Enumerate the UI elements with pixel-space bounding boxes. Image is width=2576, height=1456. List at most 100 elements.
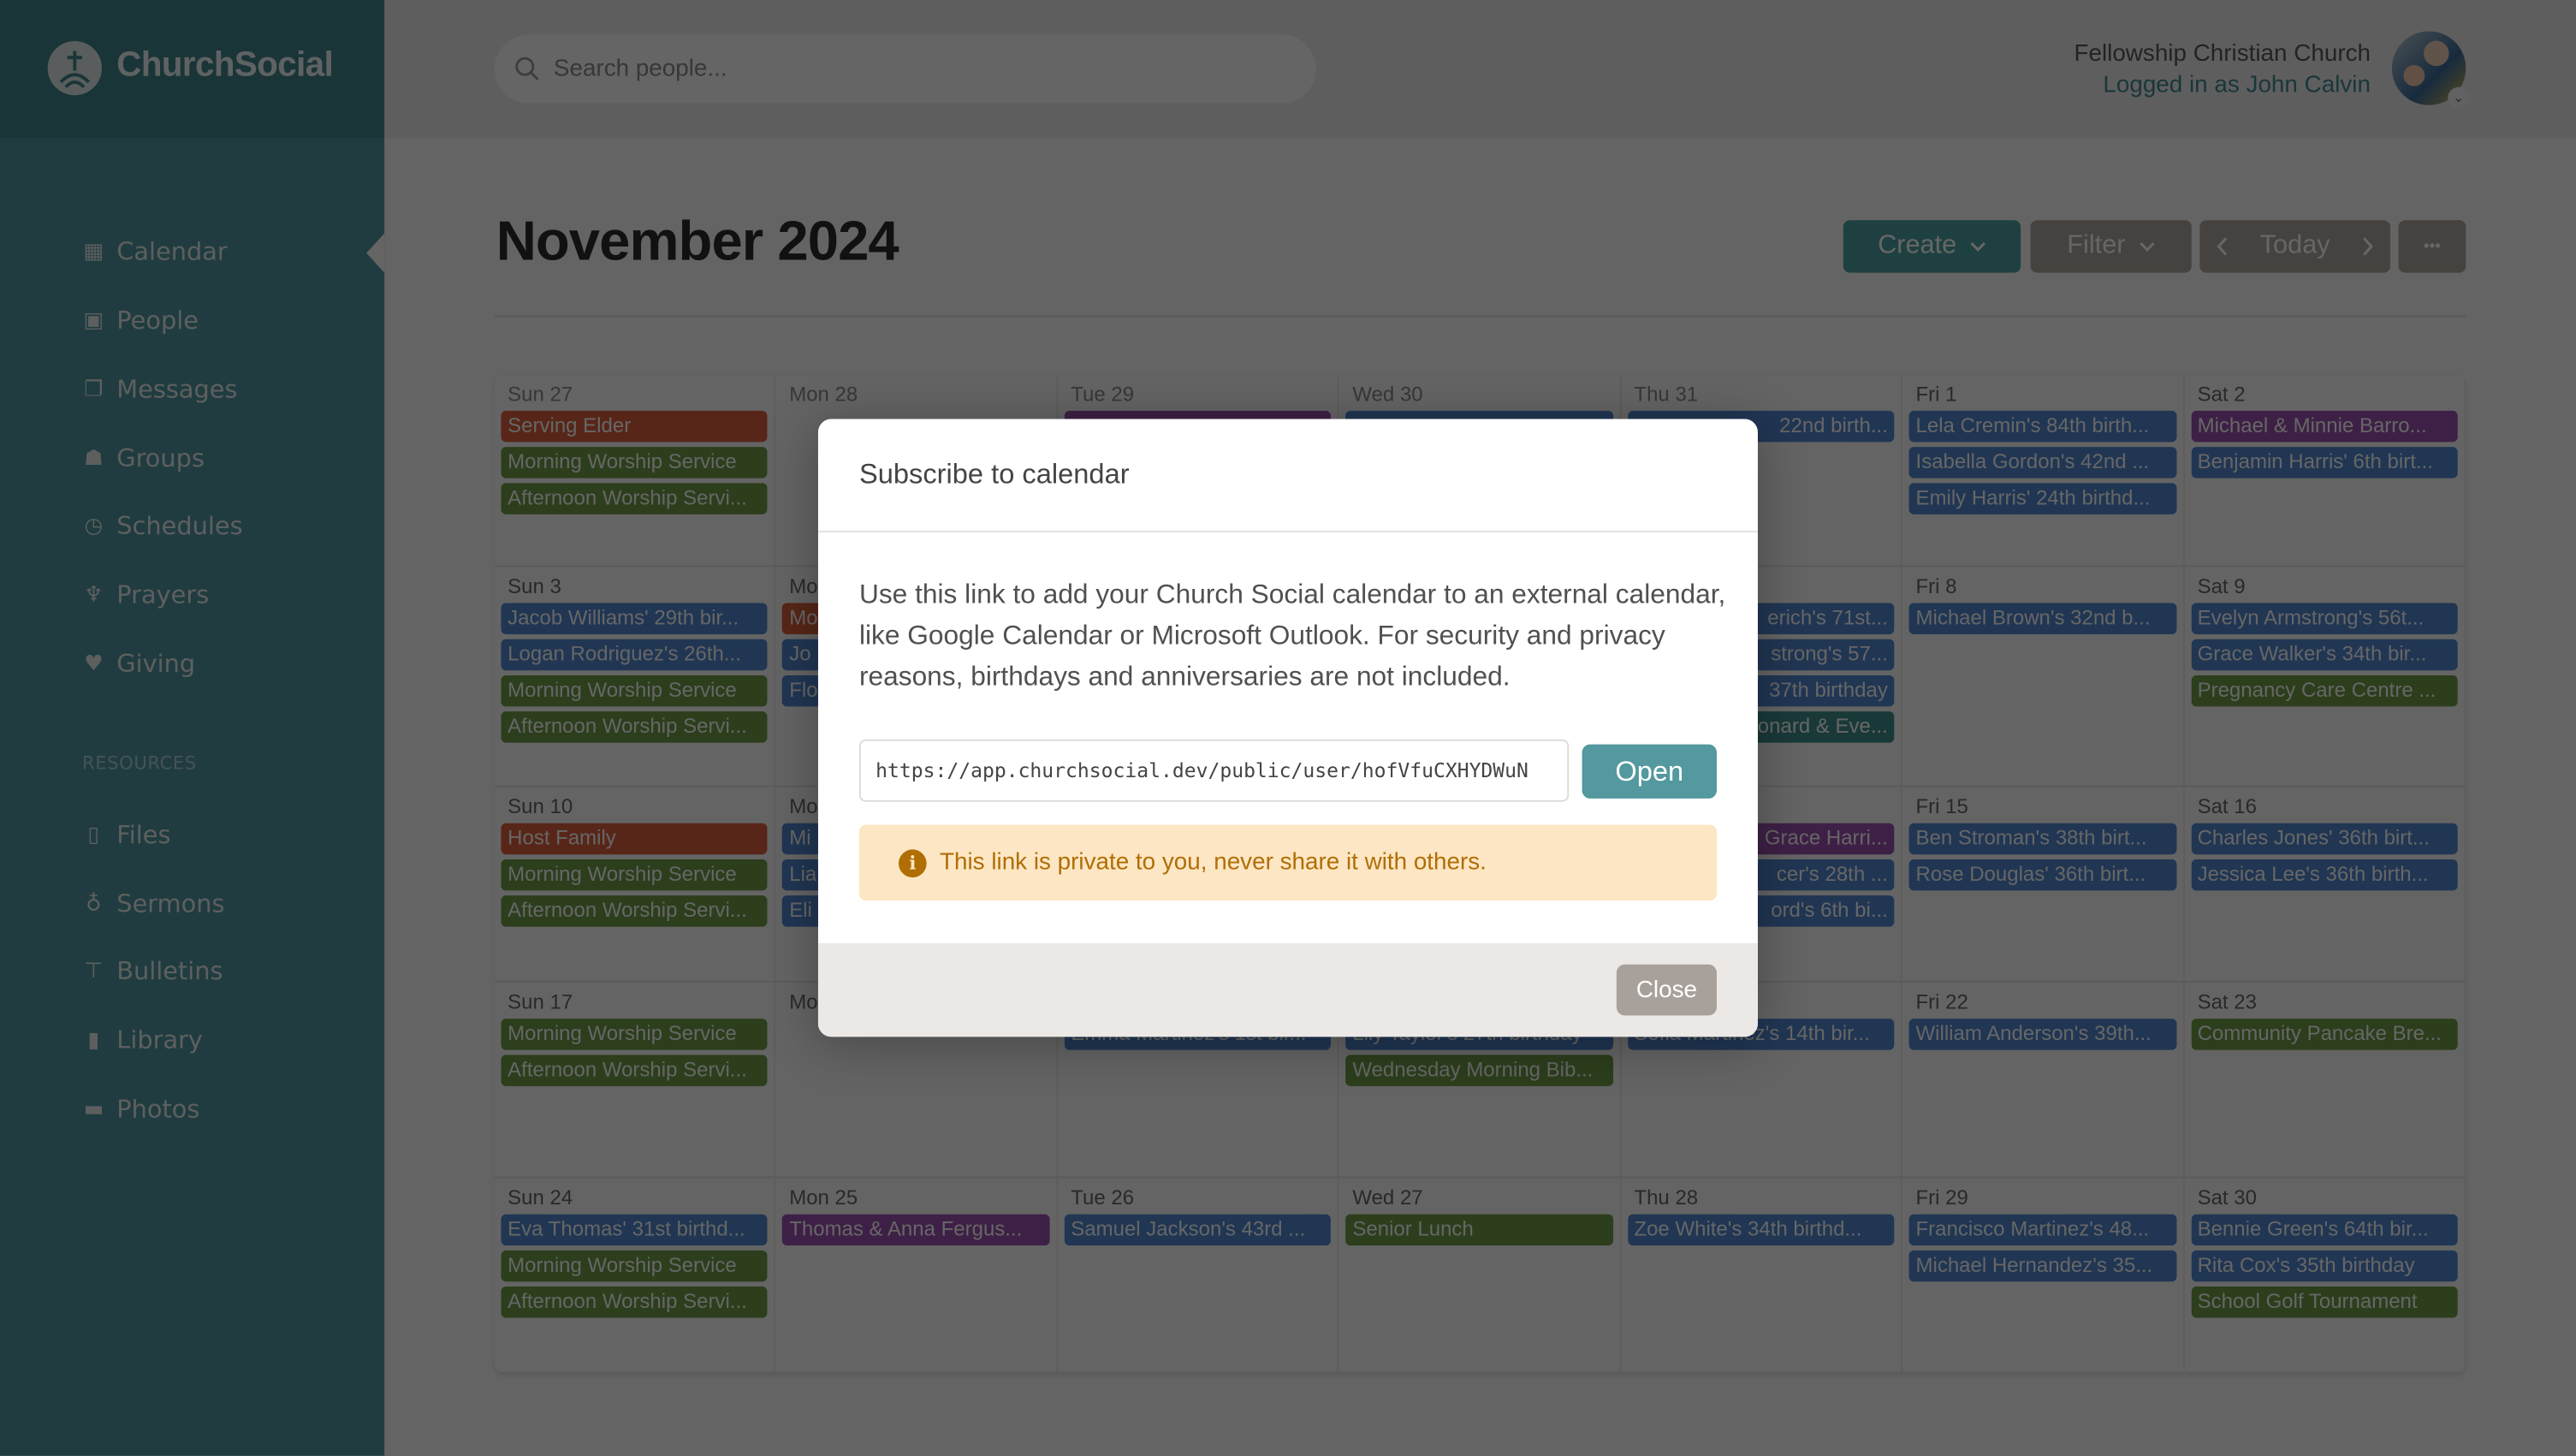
sidebar-item-library[interactable]: ▮ Library	[82, 1025, 203, 1055]
day-label: Tue 26	[1071, 1186, 1135, 1209]
calendar-event[interactable]: Grace Walker's 34th bir...	[2190, 639, 2458, 671]
calendar-event[interactable]: Thomas & Anna Fergus...	[782, 1214, 1050, 1246]
day-cell[interactable]: Wed 27 Senior Lunch	[1339, 1178, 1622, 1374]
calendar-event[interactable]: Afternoon Worship Servi...	[501, 895, 769, 927]
close-button[interactable]: Close	[1616, 964, 1717, 1016]
sidebar: ChurchSocial ▦ Calendar ▣ People ❐ Messages ☗ G…	[0, 0, 385, 1456]
day-cell[interactable]: Sat 23 Community Pancake Bre...	[2184, 982, 2466, 1179]
calendar-event[interactable]: Afternoon Worship Servi...	[501, 1055, 769, 1086]
more-button[interactable]: •••	[2398, 220, 2466, 273]
account-info[interactable]: Fellowship Christian Church Logged in as…	[2074, 39, 2371, 102]
divider	[494, 315, 2466, 318]
calendar-event[interactable]: Morning Worship Service	[501, 1250, 769, 1282]
day-label: Tue 29	[1071, 383, 1135, 407]
day-cell[interactable]: Fri 15 Ben Stroman's 38th birt... Rose Dou…	[1902, 787, 2185, 983]
calendar-event[interactable]: Lela Cremin's 84th birth...	[1908, 410, 2176, 443]
contact-icon: ▣	[83, 307, 104, 333]
calendar-event[interactable]: Michael Brown's 32nd b...	[1908, 603, 2176, 634]
sidebar-item-sermons[interactable]: ♁ Sermons	[82, 889, 224, 919]
calendar-event[interactable]: Pregnancy Care Centre ...	[2190, 675, 2458, 707]
day-cell[interactable]: Fri 22 William Anderson's 39th...	[1902, 982, 2185, 1179]
sidebar-item-label: Groups	[116, 443, 205, 473]
subscribe-url-field[interactable]	[858, 739, 1570, 802]
calendar-event[interactable]: Community Pancake Bre...	[2190, 1019, 2458, 1050]
calendar-event[interactable]: Emily Harris' 24th birthd...	[1908, 483, 2176, 514]
calendar-event[interactable]: Charles Jones' 36th birt...	[2190, 823, 2458, 855]
day-cell[interactable]: Fri 29 Francisco Martinez's 48... Michael …	[1902, 1178, 2185, 1374]
chevron-right-icon[interactable]	[2360, 236, 2373, 256]
sidebar-item-giving[interactable]: ♥ Giving	[82, 649, 195, 679]
calendar-event[interactable]: Francisco Martinez's 48...	[1908, 1214, 2176, 1246]
sidebar-item-groups[interactable]: ☗ Groups	[82, 443, 205, 473]
calendar-event[interactable]: Wednesday Morning Bib...	[1345, 1055, 1613, 1086]
calendar-event[interactable]: Benjamin Harris' 6th birt...	[2190, 447, 2458, 478]
calendar-event[interactable]: Jacob Williams' 29th bir...	[501, 603, 769, 634]
brand[interactable]: ChurchSocial	[0, 0, 385, 139]
calendar-event[interactable]: School Golf Tournament	[2190, 1287, 2458, 1318]
filter-button[interactable]: Filter	[2030, 220, 2192, 273]
day-cell[interactable]: Fri 8 Michael Brown's 32nd b...	[1902, 567, 2185, 787]
calendar-event[interactable]: Morning Worship Service	[501, 1019, 769, 1050]
sidebar-item-messages[interactable]: ❐ Messages	[82, 375, 237, 405]
sidebar-item-bulletins[interactable]: ⊤ Bulletins	[82, 956, 223, 986]
calendar-event[interactable]: Rita Cox's 35th birthday	[2190, 1250, 2458, 1282]
calendar-event[interactable]: Afternoon Worship Servi...	[501, 483, 769, 514]
calendar-event[interactable]: Eva Thomas' 31st birthd...	[501, 1214, 769, 1246]
search-input[interactable]	[550, 54, 1280, 84]
day-cell[interactable]: Mon 25 Thomas & Anna Fergus...	[775, 1178, 1058, 1374]
sidebar-item-label: Library	[116, 1025, 203, 1055]
calendar-event[interactable]: Morning Worship Service	[501, 859, 769, 891]
calendar-event[interactable]: Morning Worship Service	[501, 447, 769, 478]
sidebar-item-photos[interactable]: ▬ Photos	[82, 1094, 200, 1124]
chevron-down-icon	[2139, 241, 2155, 251]
day-cell[interactable]: Sat 30 Bennie Green's 64th bir... Rita Cox…	[2184, 1178, 2466, 1374]
day-cell[interactable]: Tue 26 Samuel Jackson's 43rd ...	[1057, 1178, 1339, 1374]
day-cell[interactable]: Sat 2 Michael & Minnie Barro... Benjamin H…	[2184, 374, 2466, 568]
day-cell[interactable]: Sun 17 Morning Worship Service Afternoon W…	[494, 982, 776, 1179]
calendar-event[interactable]: Senior Lunch	[1345, 1214, 1613, 1246]
calendar-event[interactable]: Morning Worship Service	[501, 675, 769, 707]
logged-in-user[interactable]: Logged in as John Calvin	[2074, 71, 2371, 102]
calendar-event[interactable]: Zoe White's 34th birthd...	[1627, 1214, 1895, 1246]
day-cell[interactable]: Sun 3 Jacob Williams' 29th bir... Logan Ro…	[494, 567, 776, 787]
calendar-event[interactable]: Michael Hernandez's 35...	[1908, 1250, 2176, 1282]
calendar-event[interactable]: Samuel Jackson's 43rd ...	[1064, 1214, 1332, 1246]
create-button[interactable]: Create	[1843, 220, 2021, 273]
pin-icon: ⊤	[84, 959, 104, 984]
calendar-event[interactable]: Afternoon Worship Servi...	[501, 711, 769, 743]
day-cell[interactable]: Sun 10 Host Family Morning Worship Service…	[494, 787, 776, 983]
sidebar-item-prayers[interactable]: ♆ Prayers	[82, 580, 209, 610]
calendar-event[interactable]: Host Family	[501, 823, 769, 855]
image-icon: ▬	[83, 1096, 104, 1122]
search-bar[interactable]	[494, 34, 1316, 104]
sidebar-item-files[interactable]: ▯ Files	[82, 820, 171, 850]
chevron-left-icon[interactable]	[2217, 236, 2229, 256]
calendar-event[interactable]: Logan Rodriguez's 26th...	[501, 639, 769, 671]
day-cell[interactable]: Sun 24 Eva Thomas' 31st birthd... Morning …	[494, 1178, 776, 1374]
chevron-down-icon[interactable]: ⌄	[2448, 86, 2470, 109]
calendar-event[interactable]: Jessica Lee's 36th birth...	[2190, 859, 2458, 891]
sidebar-item-schedules[interactable]: ◷ Schedules	[82, 511, 243, 541]
calendar-event[interactable]: Serving Elder	[501, 410, 769, 443]
sidebar-item-people[interactable]: ▣ People	[82, 306, 199, 336]
resources-heading: RESOURCES	[81, 752, 197, 775]
day-label: Fri 8	[1915, 574, 1957, 598]
day-cell[interactable]: Sat 16 Charles Jones' 36th birt... Jessica…	[2184, 787, 2466, 983]
day-cell[interactable]: Thu 28 Zoe White's 34th birthd...	[1621, 1178, 1903, 1374]
calendar-event[interactable]: Michael & Minnie Barro...	[2190, 410, 2458, 443]
day-cell[interactable]: Fri 1 Lela Cremin's 84th birth... Isabella…	[1902, 374, 2185, 568]
brand-name: ChurchSocial	[116, 45, 334, 84]
calendar-event[interactable]: Ben Stroman's 38th birt...	[1908, 823, 2176, 855]
calendar-event[interactable]: Isabella Gordon's 42nd ...	[1908, 447, 2176, 478]
open-button[interactable]: Open	[1582, 744, 1717, 799]
today-button[interactable]: Today	[2260, 232, 2330, 262]
calendar-event[interactable]: William Anderson's 39th...	[1908, 1019, 2176, 1050]
sidebar-item-calendar[interactable]: ▦ Calendar	[82, 236, 228, 266]
day-cell[interactable]: Sat 9 Evelyn Armstrong's 56t... Grace Walk…	[2184, 567, 2466, 787]
calendar-event[interactable]: Rose Douglas' 36th birt...	[1908, 859, 2176, 891]
day-cell[interactable]: Sun 27 Serving Elder Morning Worship Servi…	[494, 374, 776, 568]
calendar-event[interactable]: Bennie Green's 64th bir...	[2190, 1214, 2458, 1246]
calendar-event[interactable]: Afternoon Worship Servi...	[501, 1287, 769, 1318]
calendar-event[interactable]: Evelyn Armstrong's 56t...	[2190, 603, 2458, 634]
modal-description: Use this link to add your Church Social …	[858, 579, 1726, 692]
